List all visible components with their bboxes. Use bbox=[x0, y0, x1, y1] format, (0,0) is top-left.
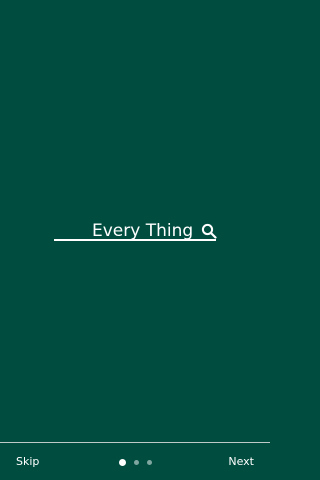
search-underline bbox=[54, 239, 216, 241]
footer-divider bbox=[0, 442, 270, 443]
onboarding-screen: Every Thing Skip Next bbox=[0, 0, 270, 480]
search-field[interactable]: Every Thing bbox=[54, 220, 217, 242]
next-button[interactable]: Next bbox=[228, 455, 254, 469]
skip-button[interactable]: Skip bbox=[16, 455, 39, 469]
search-icon[interactable] bbox=[201, 223, 217, 239]
page-dot-3 bbox=[147, 459, 152, 465]
page-dot-1 bbox=[119, 458, 126, 466]
onboarding-footer: Skip Next bbox=[0, 442, 270, 480]
page-dot-2 bbox=[134, 459, 139, 465]
page-indicator bbox=[119, 458, 160, 466]
